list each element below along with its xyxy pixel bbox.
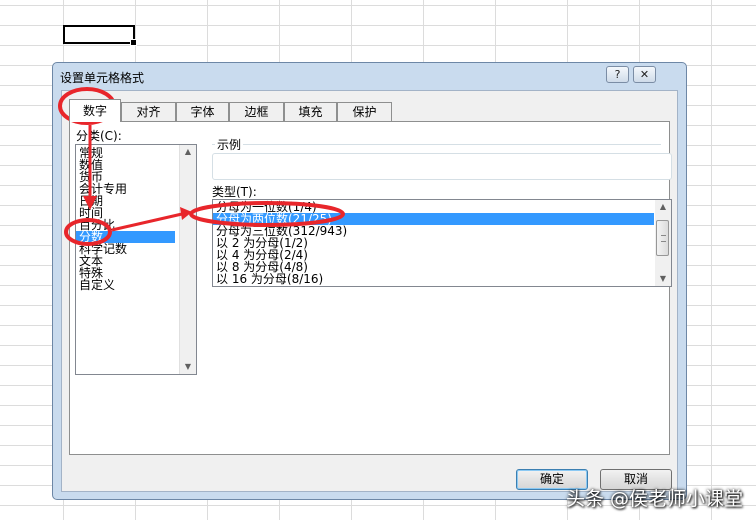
type-item[interactable]: 以 16 为分母(8/16) xyxy=(213,273,654,285)
scroll-up-icon[interactable]: ▲ xyxy=(655,200,671,214)
category-scrollbar[interactable]: ▲ ▼ xyxy=(179,145,196,374)
help-button[interactable]: ? xyxy=(606,66,629,83)
type-scrollbar[interactable]: ▲ ▼ xyxy=(655,200,671,286)
dialog-title: 设置单元格格式 xyxy=(60,71,145,85)
scroll-down-icon[interactable]: ▼ xyxy=(655,272,671,286)
sample-label: 示例 xyxy=(215,136,244,153)
scroll-up-icon[interactable]: ▲ xyxy=(180,145,196,159)
tab-number[interactable]: 数字 xyxy=(69,99,121,122)
format-cells-dialog: 设置单元格格式 ? ✕ 数字 对齐 字体 边框 填充 保护 分类(C): 常规数… xyxy=(52,62,687,500)
sample-preview xyxy=(212,153,672,180)
dialog-titlebar[interactable]: 设置单元格格式 ? ✕ xyxy=(53,63,686,89)
category-item[interactable]: 自定义 xyxy=(76,279,196,291)
number-tab-panel: 分类(C): 常规 数值 货币 会计专用 日期 时间 百分比 分数 科学记数 文本 特殊 自定义 ▲ … xyxy=(69,121,672,455)
tab-border[interactable]: 边框 xyxy=(229,102,284,121)
fill-handle[interactable] xyxy=(130,39,137,46)
watermark: 头条 @侯老师小课堂 xyxy=(566,488,744,510)
category-label: 分类(C): xyxy=(76,129,122,143)
tab-fill[interactable]: 填充 xyxy=(284,102,337,121)
close-icon: ✕ xyxy=(639,68,650,81)
tab-font[interactable]: 字体 xyxy=(176,102,229,121)
tab-protection[interactable]: 保护 xyxy=(337,102,392,121)
type-label: 类型(T): xyxy=(212,185,257,199)
dialog-client-area: 数字 对齐 字体 边框 填充 保护 分类(C): 常规 数值 货币 会计专用 日期 时间百… xyxy=(61,90,678,492)
help-icon: ? xyxy=(614,68,621,81)
sample-divider xyxy=(212,144,661,145)
type-list[interactable]: 分母为一位数(1/4) 分母为两位数(21/25) 分母为三位数(312/943) 以… xyxy=(212,199,672,287)
close-button[interactable]: ✕ xyxy=(633,66,656,83)
tab-alignment[interactable]: 对齐 xyxy=(121,102,176,121)
active-cell[interactable] xyxy=(63,25,137,46)
scroll-down-icon[interactable]: ▼ xyxy=(180,360,196,374)
category-list[interactable]: 常规 数值 货币 会计专用 日期 时间 百分比 分数 科学记数 文本 特殊 自定义 ▲ ▼ xyxy=(75,144,197,375)
scroll-thumb[interactable] xyxy=(656,220,669,256)
sample-group: 示例 xyxy=(212,136,672,180)
